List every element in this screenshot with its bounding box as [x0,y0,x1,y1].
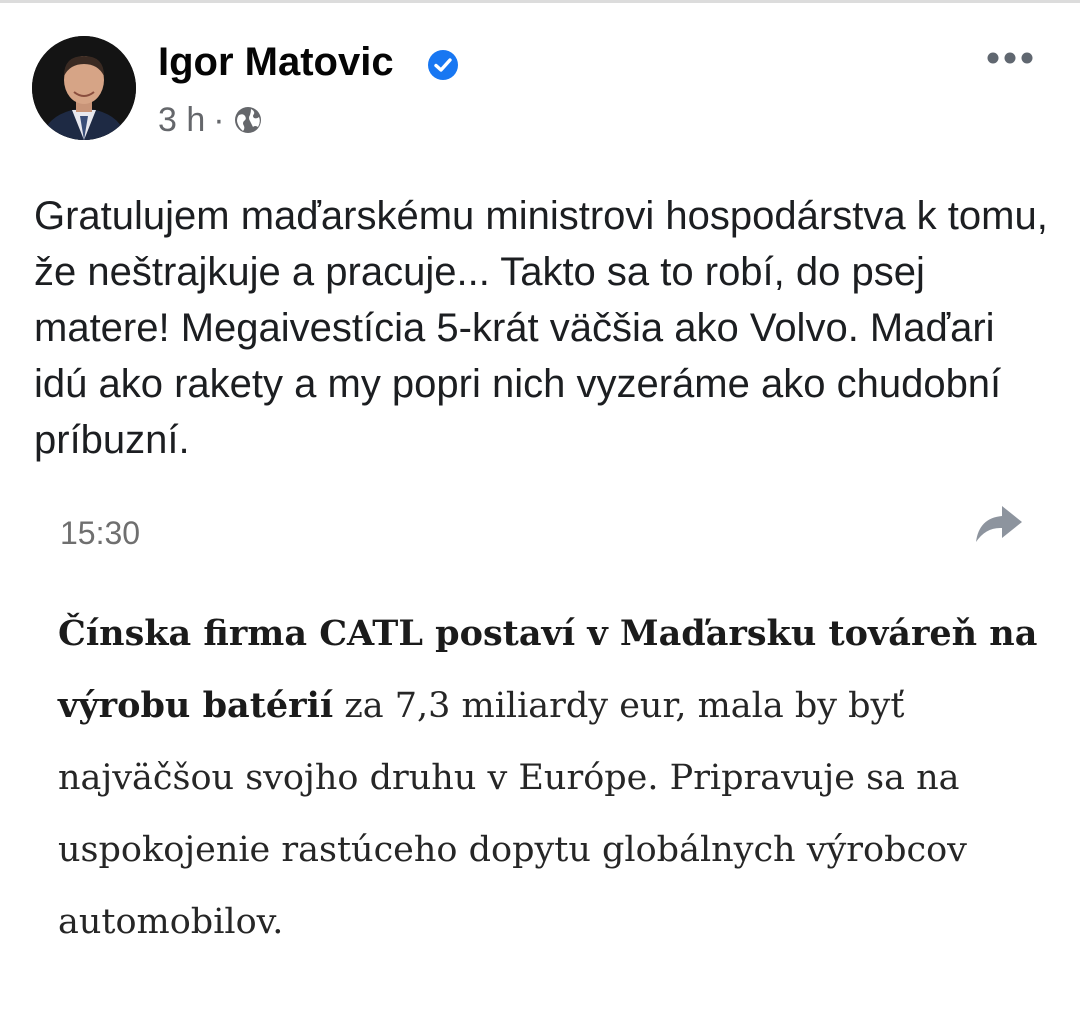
post-meta: 3 h · [158,98,263,142]
meta-separator: · [213,101,225,139]
embed-time: 15:30 [60,515,141,551]
top-divider [0,0,1080,3]
verified-badge-icon [428,50,458,80]
article-preview[interactable]: Čínska firma CATL postaví v Maďarsku tov… [58,598,1048,958]
more-options-icon [987,52,1033,64]
globe-icon [234,107,261,133]
post-timestamp[interactable]: 3 h [158,98,205,142]
more-options-button[interactable] [984,40,1036,76]
share-arrow-icon[interactable] [972,500,1026,548]
author-name[interactable]: Igor Matovic [158,36,394,88]
post-text: Gratulujem maďarskému ministrovi hospodá… [34,194,1048,462]
author-avatar[interactable] [32,36,136,140]
